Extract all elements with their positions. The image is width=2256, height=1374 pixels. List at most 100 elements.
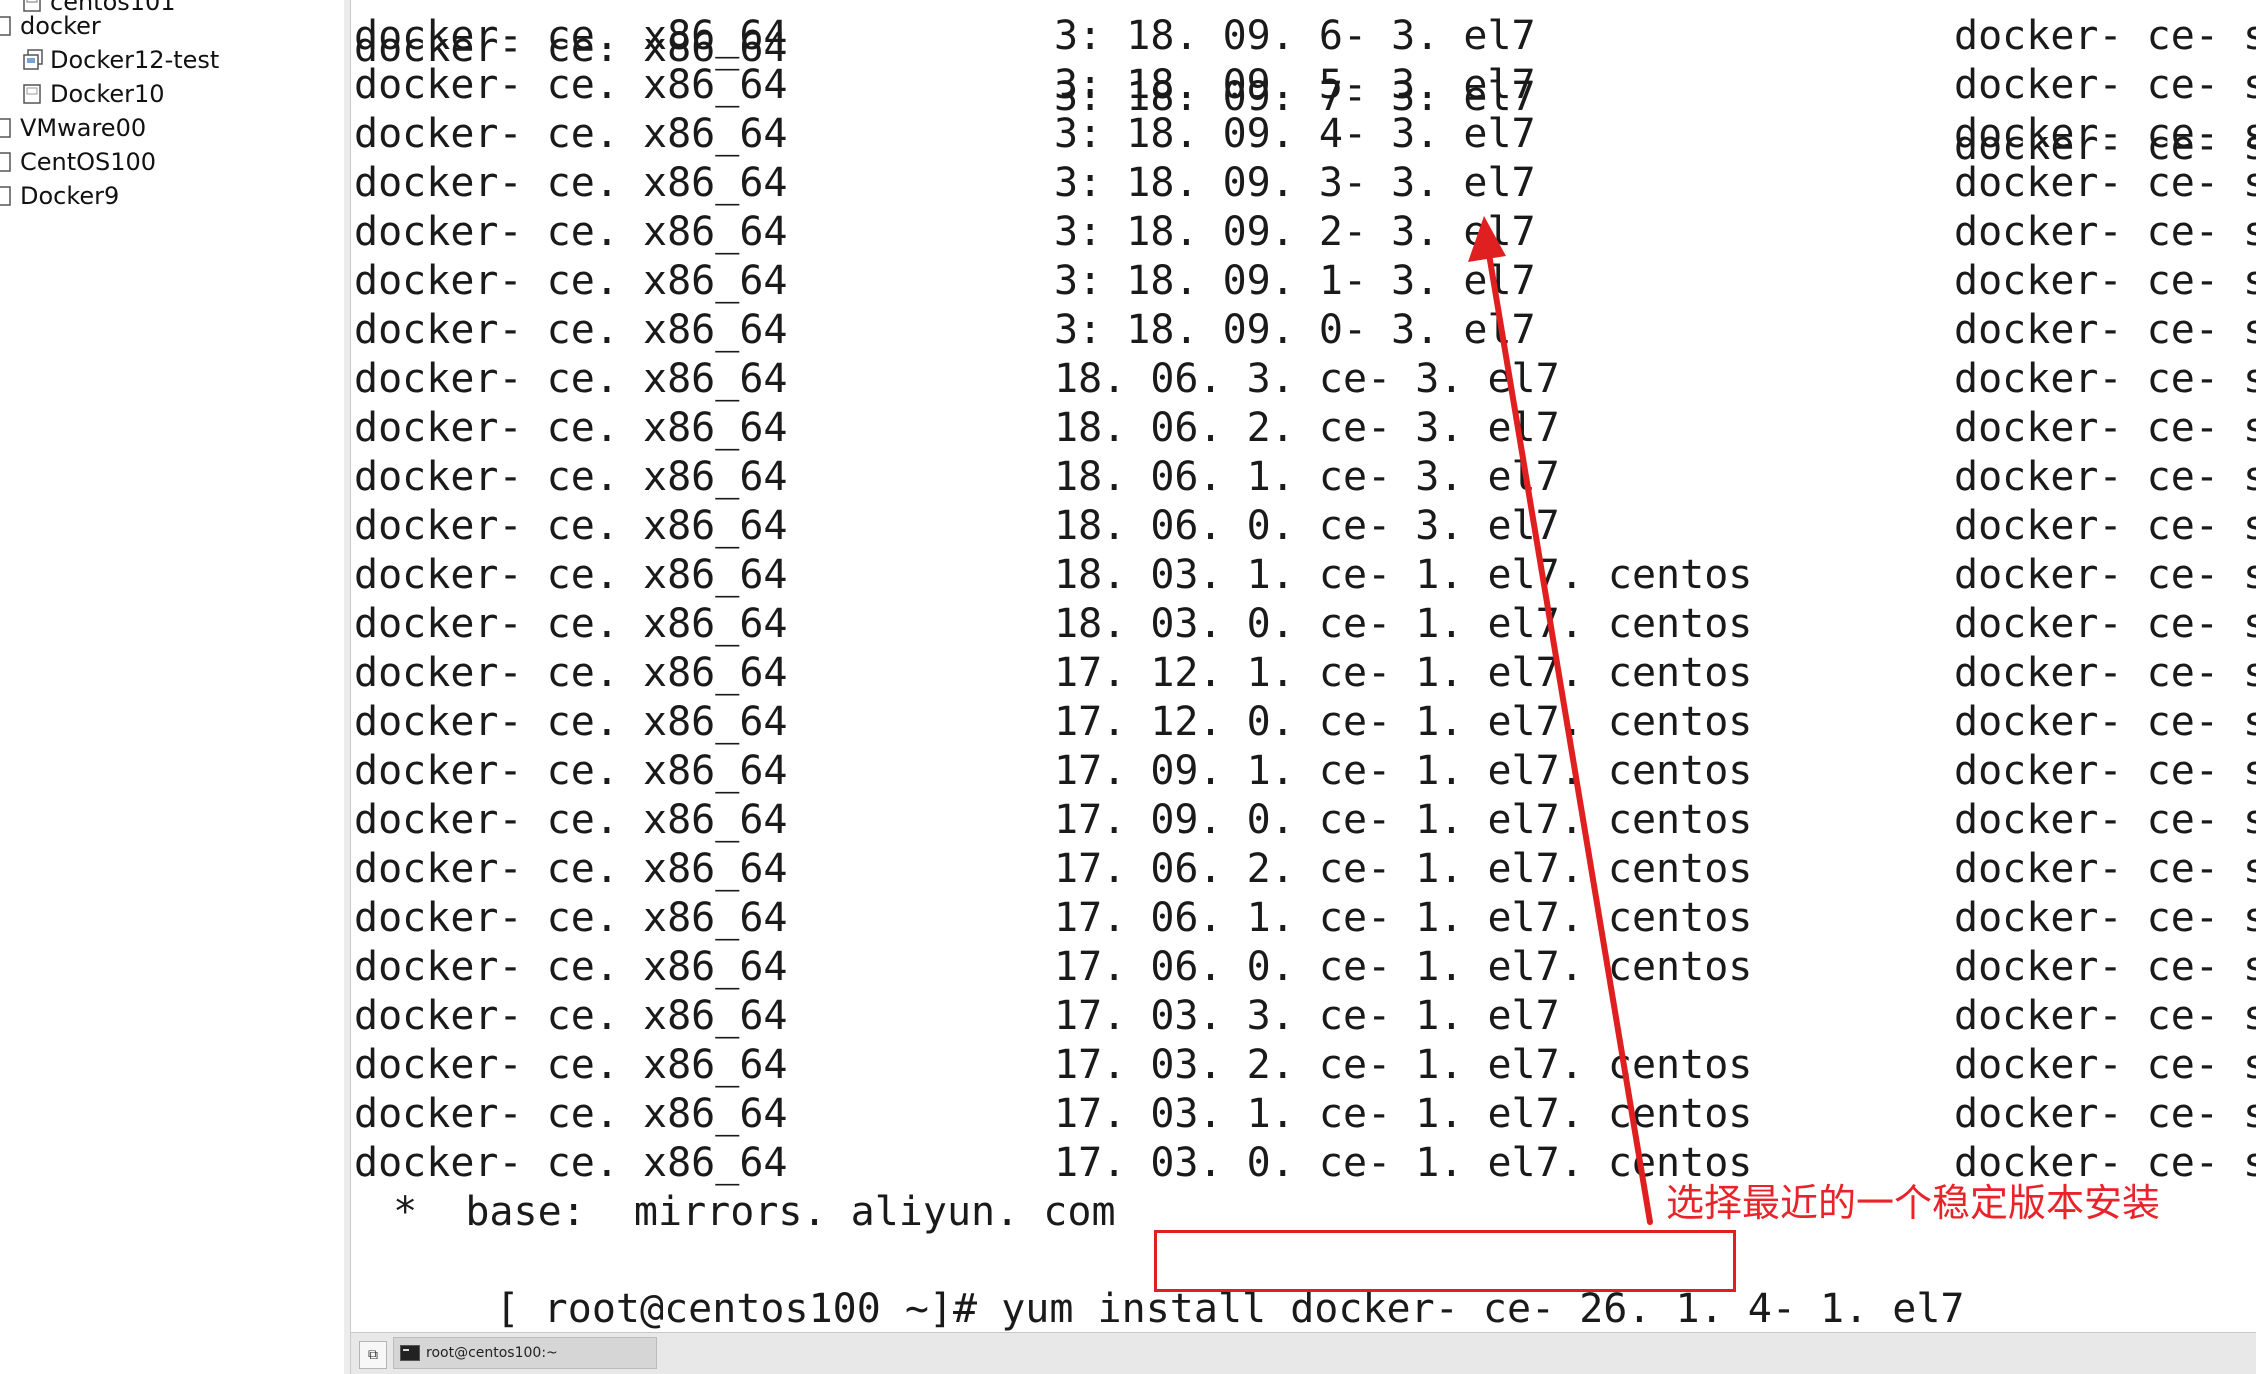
package-repo: docker- ce- st [1954, 307, 2256, 353]
package-version: 17. 06. 1. ce- 1. el7. centos [1054, 895, 1753, 941]
terminal-row: docker- ce. x86_64 17. 06. 0. ce- 1. el7.… [351, 943, 2256, 992]
package-version: 18. 03. 1. ce- 1. el7. centos [1054, 552, 1753, 598]
package-version: 3: 18. 09. 3- 3. el7 [1054, 160, 1536, 206]
package-repo: docker- ce- st [1954, 601, 2256, 647]
package-version: 17. 03. 1. ce- 1. el7. centos [1054, 1091, 1753, 1137]
sidebar-splitter[interactable] [344, 0, 351, 1374]
package-repo: docker- ce- st [1954, 62, 2256, 108]
package-version: 17. 06. 2. ce- 1. el7. centos [1054, 846, 1753, 892]
terminal-output[interactable]: docker- ce. x86_64 3: 18. 09. 7- 3. el7 … [351, 0, 2256, 1332]
terminal-row: docker- ce. x86_64 17. 06. 2. ce- 1. el7.… [351, 845, 2256, 894]
vm-icon [22, 82, 44, 106]
command-argument: docker- ce- 26. 1. 4- 1. el7 [1290, 1286, 1965, 1332]
repo-base-line: * base: mirrors. aliyun. com [369, 1189, 1116, 1235]
package-name: docker- ce. x86_64 [354, 601, 788, 647]
package-name: docker- ce. x86_64 [354, 405, 788, 451]
package-version: 3: 18. 09. 0- 3. el7 [1054, 307, 1536, 353]
package-repo: docker- ce- st [1954, 699, 2256, 745]
package-repo: docker- ce- st [1954, 552, 2256, 598]
package-name: docker- ce. x86_64 [354, 846, 788, 892]
package-name: docker- ce. x86_64 [354, 748, 788, 794]
package-version: 17. 03. 3. ce- 1. el7 [1054, 993, 1560, 1039]
terminal-row: docker- ce. x86_64 18. 03. 0. ce- 1. el7.… [351, 600, 2256, 649]
terminal-row: docker- ce. x86_64 17. 12. 1. ce- 1. el7.… [351, 649, 2256, 698]
vm-icon [0, 150, 14, 174]
terminal-row: docker- ce. x86_64 18. 06. 3. ce- 3. el7 d… [351, 355, 2256, 404]
package-name: docker- ce. x86_64 [354, 258, 788, 304]
package-name: docker- ce. x86_64 [354, 1140, 788, 1186]
folder-icon [0, 14, 14, 38]
tree-item-label: Docker9 [20, 182, 120, 210]
package-name: docker- ce. x86_64 [354, 13, 788, 59]
package-version: 18. 03. 0. ce- 1. el7. centos [1054, 601, 1753, 647]
tree-item-docker9[interactable]: Docker9 [0, 180, 119, 212]
package-name: docker- ce. x86_64 [354, 993, 788, 1039]
package-repo: docker- ce- st [1954, 797, 2256, 843]
terminal-row: docker- ce. x86_64 17. 09. 0. ce- 1. el7.… [351, 796, 2256, 845]
shell-prompt: [ root@centos100 ~]# yum install [495, 1286, 1291, 1332]
tree-item-label: docker [20, 12, 101, 40]
terminal-row: docker- ce. x86_64 3: 18. 09. 1- 3. el7 do… [351, 257, 2256, 306]
package-repo: docker- ce- st [1954, 13, 2256, 59]
tree-item-label: Docker12-test [50, 46, 220, 74]
vm-library-sidebar: centos101 docker Docker12-test Docker10 … [0, 0, 345, 1374]
terminal-row: docker- ce. x86_64 18. 06. 2. ce- 3. el7 d… [351, 404, 2256, 453]
package-repo: docker- ce- st [1954, 503, 2256, 549]
tree-item-label: VMware00 [20, 114, 147, 142]
annotation-note: 选择最近的一个稳定版本安装 [1666, 1181, 2161, 1225]
package-version: 18. 06. 2. ce- 3. el7 [1054, 405, 1560, 451]
package-version: 17. 03. 0. ce- 1. el7. centos [1054, 1140, 1753, 1186]
highlight-box [1154, 1230, 1736, 1292]
package-version: 17. 03. 2. ce- 1. el7. centos [1054, 1042, 1753, 1088]
terminal-row: docker- ce. x86_64 3: 18. 09. 2- 3. el7 do… [351, 208, 2256, 257]
package-repo: docker- ce- st [1954, 650, 2256, 696]
package-version: 18. 06. 0. ce- 3. el7 [1054, 503, 1560, 549]
package-repo: docker- ce- st [1954, 1042, 2256, 1088]
vm-icon [0, 184, 14, 208]
package-repo: docker- ce- st [1954, 454, 2256, 500]
package-repo: docker- ce- st [1954, 160, 2256, 206]
package-name: docker- ce. x86_64 [354, 1042, 788, 1088]
terminal-tab[interactable]: root@centos100:~ [393, 1337, 657, 1369]
terminal-icon [400, 1345, 420, 1361]
package-version: 3: 18. 09. 4- 3. el7 [1054, 111, 1536, 157]
tree-item-docker12-test[interactable]: Docker12-test [22, 44, 219, 76]
restore-window-icon[interactable]: ⧉ [359, 1341, 387, 1369]
tree-item-docker10[interactable]: Docker10 [22, 78, 165, 110]
terminal-row: docker- ce. x86_64 18. 06. 0. ce- 3. el7 d… [351, 502, 2256, 551]
terminal-row: docker- ce. x86_64 17. 06. 1. ce- 1. el7.… [351, 894, 2256, 943]
terminal-row: docker- ce. x86_64 3: 18. 09. 5- 3. el7 do… [351, 61, 2256, 110]
package-repo: docker- ce- st [1954, 405, 2256, 451]
package-name: docker- ce. x86_64 [354, 895, 788, 941]
vm-running-icon [22, 48, 44, 72]
tree-item-centos100[interactable]: CentOS100 [0, 146, 156, 178]
package-repo: docker- ce- st [1954, 356, 2256, 402]
terminal-row: docker- ce. x86_64 17. 12. 0. ce- 1. el7.… [351, 698, 2256, 747]
package-name: docker- ce. x86_64 [354, 944, 788, 990]
tree-item-vmware00[interactable]: VMware00 [0, 112, 146, 144]
terminal-row: docker- ce. x86_64 3: 18. 09. 6- 3. el7 do… [351, 12, 2256, 61]
tree-item-label: Docker10 [50, 80, 165, 108]
package-name: docker- ce. x86_64 [354, 356, 788, 402]
package-version: 3: 18. 09. 1- 3. el7 [1054, 258, 1536, 304]
package-repo: docker- ce- st [1954, 993, 2256, 1039]
package-version: 17. 09. 0. ce- 1. el7. centos [1054, 797, 1753, 843]
package-name: docker- ce. x86_64 [354, 650, 788, 696]
package-name: docker- ce. x86_64 [354, 797, 788, 843]
package-version: 17. 09. 1. ce- 1. el7. centos [1054, 748, 1753, 794]
vm-icon [0, 116, 14, 140]
package-version: 17. 06. 0. ce- 1. el7. centos [1054, 944, 1753, 990]
terminal-row: docker- ce. x86_64 18. 03. 1. ce- 1. el7.… [351, 551, 2256, 600]
package-name: docker- ce. x86_64 [354, 160, 788, 206]
terminal-row: docker- ce. x86_64 17. 09. 1. ce- 1. el7.… [351, 747, 2256, 796]
tree-item-docker-folder[interactable]: docker [0, 10, 101, 42]
package-repo: docker- ce- st [1954, 944, 2256, 990]
package-name: docker- ce. x86_64 [354, 699, 788, 745]
package-repo: docker- ce- st [1954, 1091, 2256, 1137]
package-name: docker- ce. x86_64 [354, 503, 788, 549]
terminal-row: docker- ce. x86_64 17. 03. 1. ce- 1. el7.… [351, 1090, 2256, 1139]
package-repo: docker- ce- st [1954, 846, 2256, 892]
package-name: docker- ce. x86_64 [354, 454, 788, 500]
app-window: centos101 docker Docker12-test Docker10 … [0, 0, 2256, 1374]
terminal-row: docker- ce. x86_64 17. 03. 2. ce- 1. el7.… [351, 1041, 2256, 1090]
